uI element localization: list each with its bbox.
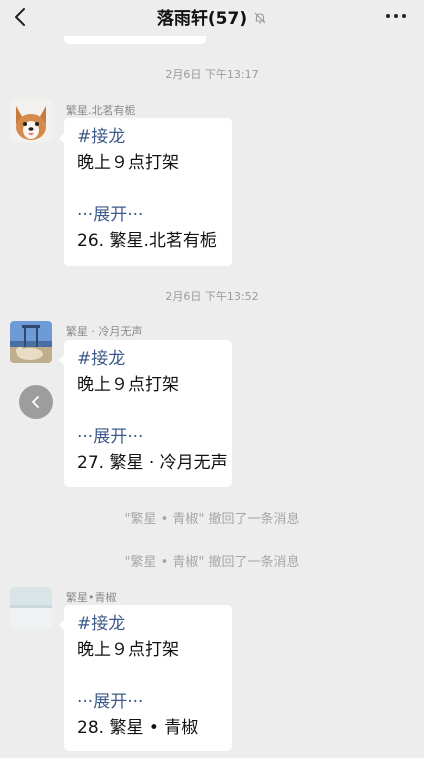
entry-text: 26. 繁星.北茗有栀 xyxy=(77,231,217,251)
hashtag-link[interactable]: #接龙 xyxy=(77,611,232,637)
avatar[interactable] xyxy=(10,587,52,629)
corgi-avatar-image xyxy=(10,100,52,142)
entry-text: 27. 繁星 · 冷月无声 xyxy=(77,453,228,473)
message-text: 晚上９点打架 xyxy=(77,153,179,173)
hashtag-link[interactable]: #接龙 xyxy=(77,124,232,150)
message-bubble[interactable]: #接龙 晚上９点打架 ···展开··· 27. 繁星 · 冷月无声 xyxy=(59,340,232,487)
avatar[interactable] xyxy=(10,321,52,363)
message-bubble[interactable]: #接龙 晚上９点打架 ···展开··· 28. 繁星 • 青椒 xyxy=(59,605,232,751)
floating-back-button[interactable] xyxy=(19,385,53,419)
chevron-left-icon xyxy=(32,396,39,408)
expand-link[interactable]: ···展开··· xyxy=(77,424,232,450)
recall-notice: "繁星 • 青椒" 撤回了一条消息 xyxy=(124,555,300,570)
message-timestamp: 2月6日 下午13:17 xyxy=(165,68,259,81)
expand-link[interactable]: ···展开··· xyxy=(77,689,232,715)
sender-name: 繁星 · 冷月无声 xyxy=(66,325,143,338)
message-text: 晚上９点打架 xyxy=(77,375,179,395)
expand-link[interactable]: ···展开··· xyxy=(77,202,232,228)
recall-notice: "繁星 • 青椒" 撤回了一条消息 xyxy=(124,512,300,527)
avatar[interactable] xyxy=(10,100,52,142)
more-options-button[interactable] xyxy=(384,6,408,26)
sender-name: 繁星.北茗有栀 xyxy=(66,104,136,117)
previous-message-bubble[interactable] xyxy=(64,36,206,44)
chat-title: 落雨轩(57) xyxy=(156,9,248,29)
message-text: 晚上９点打架 xyxy=(77,640,179,660)
message-timestamp: 2月6日 下午13:52 xyxy=(165,290,259,303)
mute-bell-icon xyxy=(254,12,266,24)
hashtag-link[interactable]: #接龙 xyxy=(77,346,232,372)
sender-name: 繁星•青椒 xyxy=(66,591,117,604)
entry-text: 28. 繁星 • 青椒 xyxy=(77,718,199,738)
chat-header: 落雨轩(57) xyxy=(0,0,424,36)
message-bubble[interactable]: #接龙 晚上９点打架 ···展开··· 26. 繁星.北茗有栀 xyxy=(59,118,232,266)
more-dots-icon xyxy=(386,14,406,18)
seaside-avatar-image xyxy=(10,321,52,363)
pale-sky-avatar-image xyxy=(10,587,52,629)
